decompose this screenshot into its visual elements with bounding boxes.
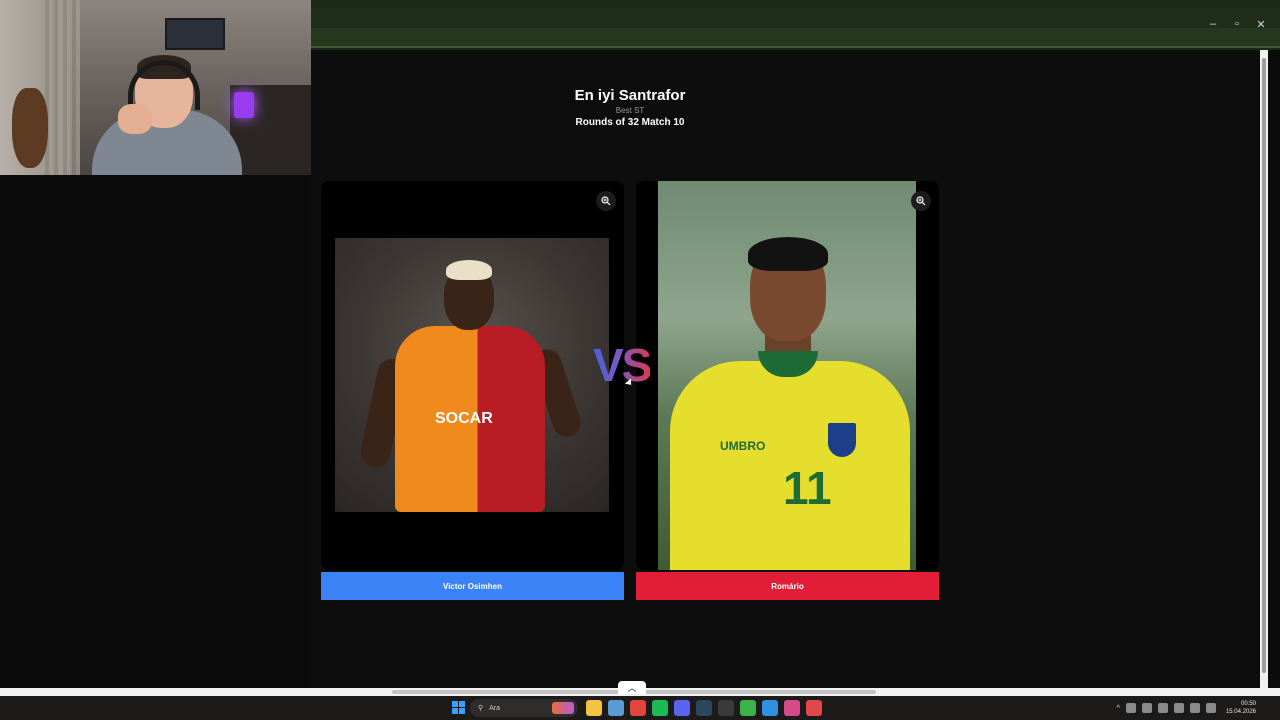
webcam-guitar (12, 88, 48, 168)
right-player-card[interactable]: UMBRO 11 (636, 181, 939, 570)
network-icon[interactable] (1189, 703, 1200, 713)
photo-hair (748, 237, 828, 271)
windows-start-icon[interactable] (452, 701, 465, 714)
webcam-light (234, 92, 254, 118)
taskbar-search[interactable]: ⚲ Ara (470, 699, 578, 717)
system-tray: ^ 00:50 15.04.2026 (1117, 700, 1256, 716)
browser-icon[interactable] (784, 700, 800, 716)
spotify-icon[interactable] (652, 700, 668, 716)
zoom-icon[interactable] (596, 191, 616, 211)
address-bar-row: ☆ ≡ A ⋮ (311, 28, 1280, 72)
chrome-icon[interactable] (630, 700, 646, 716)
play-icon[interactable] (740, 700, 756, 716)
clock-date: 15.04.2026 (1225, 709, 1256, 715)
microphone-icon[interactable] (1157, 703, 1168, 713)
webcam-poster (165, 18, 225, 50)
page-subtitle: Best ST (615, 106, 645, 115)
search-placeholder: Ara (489, 704, 501, 712)
chevron-up-icon[interactable]: ︿ (618, 681, 646, 694)
vote-right-button[interactable]: Romário (636, 572, 939, 600)
discord-icon[interactable] (674, 700, 690, 716)
app-icon[interactable] (806, 700, 822, 716)
steam-icon[interactable] (696, 700, 712, 716)
page-title: En iyi Santrafor (574, 87, 686, 104)
zoom-icon[interactable] (911, 191, 931, 211)
clock-time: 00:50 (1240, 701, 1256, 707)
shirt-badge (826, 421, 858, 459)
tray-app-icon[interactable] (1141, 703, 1152, 713)
scrollbar-thumb[interactable] (1262, 58, 1266, 673)
vertical-scrollbar[interactable] (1260, 50, 1268, 688)
shirt-brand: UMBRO (720, 439, 766, 453)
vscode-icon[interactable] (762, 700, 778, 716)
vs-label: VS (593, 339, 652, 391)
taskbar-apps (586, 700, 822, 716)
webcam-overlay (0, 0, 311, 175)
store-icon[interactable] (608, 700, 624, 716)
streamer-hand (118, 104, 152, 134)
tray-app-icon[interactable] (1125, 703, 1136, 713)
tray-chevron-icon[interactable]: ^ (1117, 705, 1120, 712)
epic-games-icon[interactable] (718, 700, 734, 716)
vote-left-button[interactable]: Victor Osimhen (321, 572, 624, 600)
shirt-sponsor: SOCAR (435, 410, 493, 427)
browser-titlebar: – ▫ ✕ (311, 8, 1280, 31)
search-icon: ⚲ (478, 705, 484, 712)
volume-icon[interactable] (1205, 703, 1216, 713)
page-content: En iyi Santrafor Best ST Rounds of 32 Ma… (311, 50, 1260, 688)
photo-hair (446, 260, 492, 280)
keyboard-icon[interactable] (1173, 703, 1184, 713)
taskbar: ⚲ Ara ^ 00:50 15.04.2026 (0, 696, 1280, 720)
left-player-card[interactable]: SOCAR (321, 181, 624, 570)
file-explorer-icon[interactable] (586, 700, 602, 716)
search-highlight-icon (552, 702, 574, 714)
shirt-number: 11 (783, 462, 832, 514)
left-player-photo[interactable]: SOCAR (335, 238, 609, 512)
clock[interactable]: 00:50 15.04.2026 (1226, 700, 1256, 716)
right-player-photo[interactable]: UMBRO 11 (658, 181, 916, 570)
round-indicator: Rounds of 32 Match 10 (575, 117, 685, 128)
